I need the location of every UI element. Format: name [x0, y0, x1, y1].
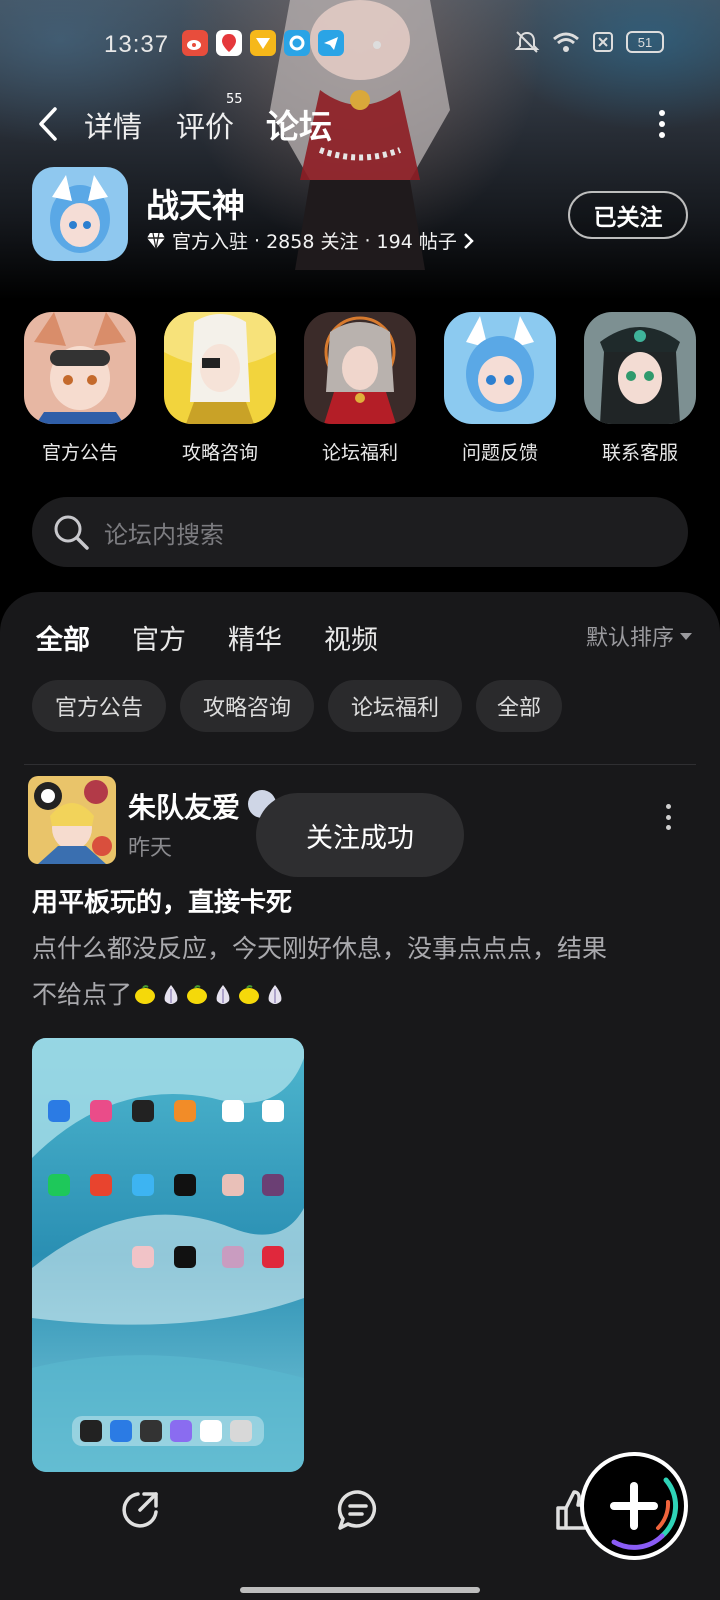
announcements-icon	[24, 312, 136, 424]
chevron-right-icon	[463, 232, 474, 249]
plus-icon	[610, 1477, 679, 1550]
feed-tab-all[interactable]: 全部	[36, 618, 90, 657]
chip-guides[interactable]: 攻略咨询	[180, 680, 314, 732]
notification-icons	[182, 30, 344, 56]
rewards-icon	[250, 30, 276, 56]
game-title: 战天神	[146, 186, 245, 225]
feed-tab-video[interactable]: 视频	[324, 618, 378, 657]
comment-icon[interactable]	[336, 1488, 380, 1532]
share-icon[interactable]	[118, 1488, 162, 1532]
notification-dot	[373, 41, 381, 49]
quick-links: 官方公告 攻略咨询 论坛福利 问题反馈 联系客服	[0, 312, 720, 465]
sort-label: 默认排序	[585, 626, 674, 651]
post-body-line-2: 不给点了	[32, 972, 692, 1018]
post-body-line: 点什么都没反应，今天刚好休息，没事点点点，结果	[32, 934, 608, 963]
tab-forum[interactable]: 论坛	[262, 100, 336, 148]
feed-tab-label: 全部	[36, 625, 90, 656]
post-more-button[interactable]	[662, 802, 674, 832]
post-timestamp: 昨天	[128, 836, 173, 861]
forum-feed-panel: 全部 官方 精华 视频 默认排序 官方公告 攻略咨询 论坛福利 全部 朱队友爱 …	[0, 592, 720, 1600]
review-count-badge: 55	[226, 92, 243, 107]
chip-benefits[interactable]: 论坛福利	[328, 680, 462, 732]
follow-button[interactable]: 已关注	[568, 191, 688, 239]
forum-search-bar[interactable]: 论坛内搜索	[32, 497, 688, 567]
chip-announcements[interactable]: 官方公告	[32, 680, 166, 732]
system-indicators: 51	[514, 30, 664, 54]
post-body: 点什么都没反应，今天刚好休息，没事点点点，结果 不给点了	[32, 926, 692, 1018]
post-count: 194 帖子	[376, 231, 457, 253]
post-card[interactable]: 朱队友爱 昨天 用平板玩的，直接卡死 点什么都没反应，今天刚好休息，没事点点点，…	[0, 776, 720, 1556]
garlic-emoji-icon	[268, 985, 282, 1004]
tab-details[interactable]: 详情	[84, 104, 142, 146]
post-image[interactable]	[32, 1038, 304, 1472]
quick-link-feedback[interactable]: 问题反馈	[444, 312, 556, 465]
meta-separator: ·	[364, 229, 371, 252]
quick-link-label: 论坛福利	[321, 442, 398, 464]
quick-link-label: 联系客服	[601, 442, 678, 464]
status-bar: 13:37 51	[0, 28, 720, 62]
author-name[interactable]: 朱队友爱	[128, 786, 240, 826]
quick-link-guides[interactable]: 攻略咨询	[164, 312, 276, 465]
chip-all[interactable]: 全部	[476, 680, 562, 732]
lemon-emoji-icon	[135, 985, 156, 1004]
official-label: 官方入驻	[172, 231, 249, 253]
mute-icon	[514, 31, 540, 53]
search-placeholder: 论坛内搜索	[104, 520, 224, 549]
feed-tab-featured[interactable]: 精华	[228, 618, 282, 657]
back-button[interactable]	[30, 102, 66, 146]
chevron-left-icon	[39, 107, 57, 141]
search-icon	[54, 515, 89, 550]
no-sim-icon	[593, 32, 613, 52]
guides-icon	[164, 312, 276, 424]
telegram-icon	[318, 30, 344, 56]
garlic-emoji-icon	[216, 985, 230, 1004]
quick-link-label: 问题反馈	[461, 442, 538, 464]
sort-dropdown[interactable]: 默认排序	[586, 620, 692, 652]
game-header: 战天神 官方入驻 · 2858 关注 · 194 帖子 已关注	[0, 165, 720, 265]
browser-icon	[284, 30, 310, 56]
diamond-icon	[147, 232, 165, 249]
quick-link-label: 攻略咨询	[181, 442, 258, 464]
meta-separator: ·	[254, 229, 261, 252]
support-icon	[584, 312, 696, 424]
quick-link-support[interactable]: 联系客服	[584, 312, 696, 465]
toast-message: 关注成功	[256, 793, 464, 877]
game-icon[interactable]	[32, 167, 128, 261]
battery-indicator: 51	[626, 31, 664, 53]
top-nav: 详情 评价 55 论坛	[0, 92, 720, 152]
game-meta[interactable]: 官方入驻 · 2858 关注 · 194 帖子	[146, 227, 475, 254]
wifi-icon	[553, 32, 579, 52]
more-options-button[interactable]	[652, 106, 672, 142]
status-time: 13:37	[104, 31, 170, 58]
feed-tab-official[interactable]: 官方	[132, 618, 186, 657]
benefits-icon	[304, 312, 416, 424]
tab-reviews[interactable]: 评价	[176, 104, 234, 146]
follower-count: 2858 关注	[266, 231, 359, 253]
lemon-emoji-icon	[239, 985, 260, 1004]
weibo-icon	[182, 30, 208, 56]
lemon-emoji-icon	[187, 985, 208, 1004]
post-body-text: 不给点了	[32, 980, 133, 1009]
divider	[24, 764, 696, 765]
create-post-button[interactable]	[580, 1452, 688, 1560]
caret-down-icon	[680, 632, 692, 640]
feedback-icon	[444, 312, 556, 424]
maps-icon	[216, 30, 242, 56]
tab-forum-label: 论坛	[266, 107, 332, 146]
author-avatar[interactable]	[28, 776, 116, 864]
feed-tabs: 全部 官方 精华 视频 默认排序	[0, 618, 720, 668]
quick-link-benefits[interactable]: 论坛福利	[304, 312, 416, 465]
quick-link-announcements[interactable]: 官方公告	[24, 312, 136, 465]
home-indicator[interactable]	[240, 1587, 480, 1593]
post-title: 用平板玩的，直接卡死	[32, 888, 293, 918]
garlic-emoji-icon	[164, 985, 178, 1004]
quick-link-label: 官方公告	[41, 442, 118, 464]
